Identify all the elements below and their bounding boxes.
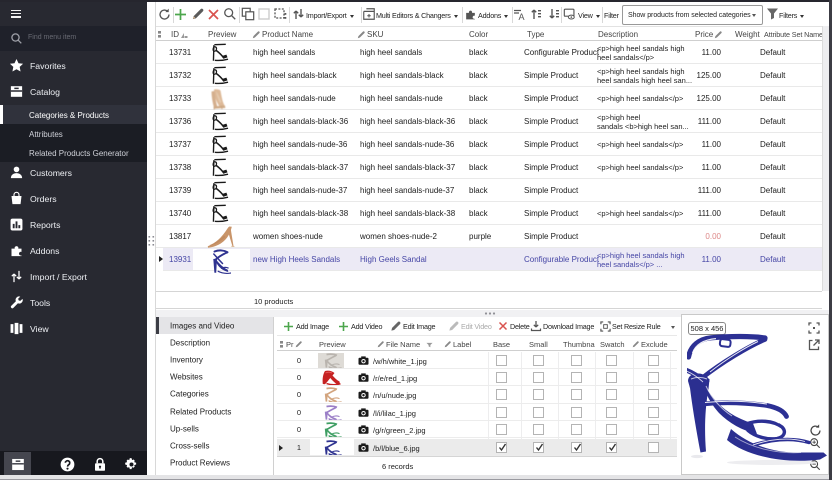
svg-text:A: A: [519, 12, 525, 21]
